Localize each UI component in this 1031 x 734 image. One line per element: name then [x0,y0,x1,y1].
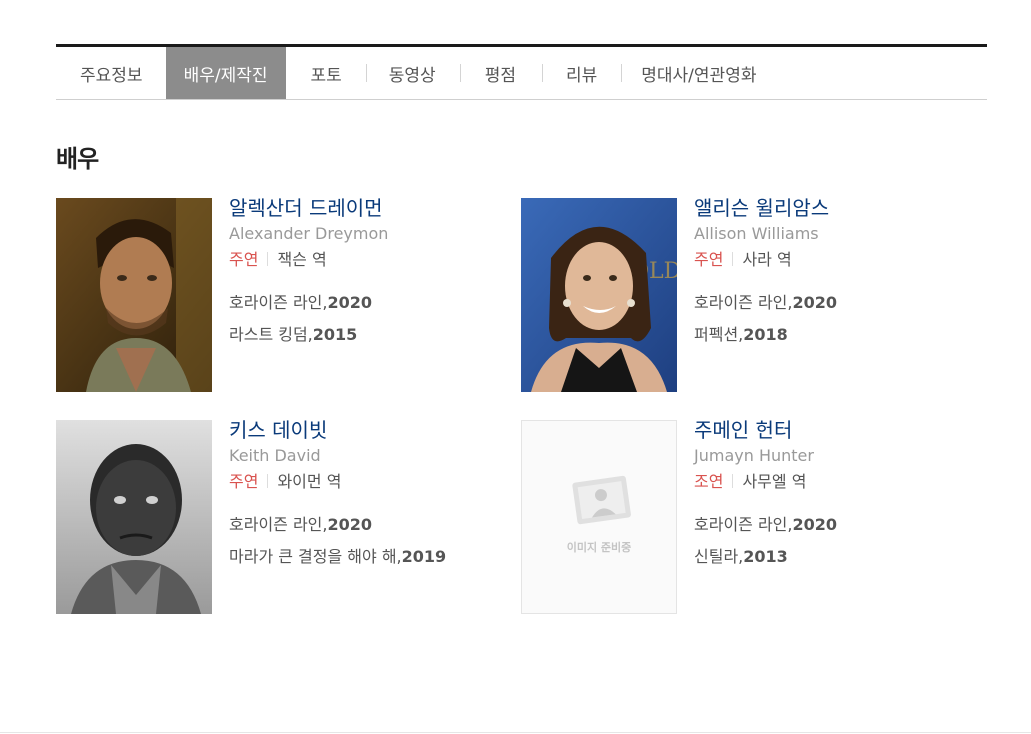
film-year: 2020 [792,515,838,534]
film-title: 호라이즌 라인, [229,515,328,534]
role-name: 사라 역 [742,250,792,269]
tab-rating[interactable]: 평점 [461,47,542,99]
film-title: 퍼펙션, [694,325,744,344]
role-type: 조연 [694,472,724,491]
filmography: 호라이즌 라인,2020 마라가 큰 결정을 해야 해,2019 [229,509,509,573]
filmography: 호라이즌 라인,2020 신틸라,2013 [694,509,974,573]
photo-placeholder[interactable]: 이미지 준비중 [521,420,677,614]
role-type: 주연 [229,250,259,269]
film-year: 2019 [401,547,447,566]
role-divider [732,252,734,266]
tab-main-info[interactable]: 주요정보 [56,47,166,99]
film-title: 호라이즌 라인, [229,293,328,312]
film-item[interactable]: 호라이즌 라인,2020 [229,287,509,319]
film-year: 2015 [312,325,358,344]
placeholder-text: 이미지 준비중 [566,541,632,554]
role-name: 사무엘 역 [742,472,807,491]
actor-photo[interactable]: OLD [521,198,677,392]
tab-cast-crew[interactable]: 배우/제작진 [165,47,286,99]
film-item[interactable]: 마라가 큰 결정을 해야 해,2019 [229,541,509,573]
tab-quotes-related[interactable]: 명대사/연관영화 [622,47,756,99]
film-item[interactable]: 호라이즌 라인,2020 [229,509,509,541]
actor-name-en: Allison Williams [694,224,819,243]
role-divider [732,474,734,488]
film-title: 신틸라, [694,547,744,566]
tab-photo[interactable]: 포토 [286,47,366,99]
actor-info: 알렉산더 드레이먼 Alexander Dreymon 주연 잭슨 역 호라이즌 … [229,195,509,351]
actor-name-ko[interactable]: 앨리슨 윌리암스 [694,195,974,221]
role-line: 주연 와이먼 역 [229,469,509,495]
content-wrap: 주요정보 배우/제작진 포토 동영상 평점 리뷰 명대사/연관영화 배우 알렉산… [56,44,987,614]
film-item[interactable]: 신틸라,2013 [694,541,974,573]
actor-name-en: Keith David [229,446,321,465]
film-title: 마라가 큰 결정을 해야 해, [229,547,402,566]
film-year: 2020 [327,293,373,312]
actor-photo[interactable] [56,420,212,614]
film-year: 2018 [743,325,788,344]
role-divider [267,474,269,488]
film-title: 호라이즌 라인, [694,293,793,312]
film-item[interactable]: 호라이즌 라인,2020 [694,287,974,319]
film-item[interactable]: 퍼펙션,2018 [694,319,974,351]
tab-review[interactable]: 리뷰 [543,47,621,99]
film-item[interactable]: 호라이즌 라인,2020 [694,509,974,541]
role-divider [267,252,269,266]
actor-info: 주메인 헌터 Jumayn Hunter 조연 사무엘 역 호라이즌 라인,202… [694,417,974,573]
film-year: 2020 [327,515,373,534]
actor-name-ko[interactable]: 키스 데이빗 [229,417,509,443]
filmography: 호라이즌 라인,2020 퍼펙션,2018 [694,287,974,351]
filmography: 호라이즌 라인,2020 라스트 킹덤,2015 [229,287,509,351]
actor-card: 키스 데이빗 Keith David 주연 와이먼 역 호라이즌 라인,2020 … [56,418,476,616]
role-type: 주연 [229,472,259,491]
actor-photo[interactable] [56,198,212,392]
actor-card: OLD 앨리슨 윌리암스 Allison Williams 주연 사라 역 호라이… [521,196,941,394]
role-line: 조연 사무엘 역 [694,469,974,495]
image-placeholder-icon [572,475,631,525]
actor-info: 앨리슨 윌리암스 Allison Williams 주연 사라 역 호라이즌 라인… [694,195,974,351]
footer-divider [0,732,1031,733]
film-title: 호라이즌 라인, [694,515,793,534]
actor-card: 알렉산더 드레이먼 Alexander Dreymon 주연 잭슨 역 호라이즌 … [56,196,476,394]
actor-name-en: Jumayn Hunter [694,446,814,465]
actor-name-ko[interactable]: 주메인 헌터 [694,417,974,443]
role-name: 와이먼 역 [277,472,342,491]
tab-video[interactable]: 동영상 [367,47,460,99]
section-title-cast: 배우 [56,145,99,173]
role-type: 주연 [694,250,724,269]
actor-info: 키스 데이빗 Keith David 주연 와이먼 역 호라이즌 라인,2020 … [229,417,509,573]
actor-card: 이미지 준비중 주메인 헌터 Jumayn Hunter 조연 사무엘 역 호라이… [521,418,941,616]
actor-name-ko[interactable]: 알렉산더 드레이먼 [229,195,509,221]
film-year: 2020 [792,293,838,312]
role-name: 잭슨 역 [277,250,327,269]
film-title: 라스트 킹덤, [229,325,313,344]
tab-bar: 주요정보 배우/제작진 포토 동영상 평점 리뷰 명대사/연관영화 [56,44,987,100]
role-line: 주연 사라 역 [694,247,974,273]
actor-name-en: Alexander Dreymon [229,224,389,243]
film-year: 2013 [743,547,788,566]
role-line: 주연 잭슨 역 [229,247,509,273]
film-item[interactable]: 라스트 킹덤,2015 [229,319,509,351]
